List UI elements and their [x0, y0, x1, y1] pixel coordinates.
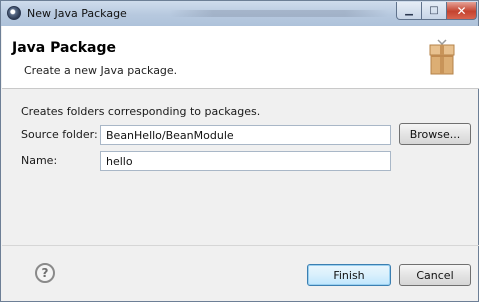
maximize-button[interactable]: □	[422, 2, 447, 20]
redacted-title-area	[169, 10, 389, 17]
close-button[interactable]: ✕	[447, 2, 477, 20]
page-title: Java Package	[12, 40, 117, 56]
title-bar[interactable]: New Java Package ▁ □ ✕	[1, 1, 478, 26]
source-folder-field[interactable]: BeanHello/BeanModule	[100, 125, 391, 145]
browse-button[interactable]: Browse...	[399, 123, 471, 145]
window-title: New Java Package	[27, 7, 127, 20]
package-box-icon	[429, 39, 455, 75]
source-folder-label: Source folder:	[21, 128, 98, 141]
cancel-button[interactable]: Cancel	[399, 264, 471, 286]
maximize-icon: □	[429, 5, 439, 16]
body-description: Creates folders corresponding to package…	[21, 105, 261, 118]
footer-divider	[2, 245, 479, 246]
eclipse-icon	[7, 6, 21, 20]
wizard-header: Java Package Create a new Java package.	[2, 26, 479, 89]
finish-button[interactable]: Finish	[307, 264, 391, 286]
help-icon[interactable]: ?	[35, 263, 55, 283]
minimize-icon: ▁	[405, 5, 413, 16]
name-label: Name:	[21, 154, 58, 167]
close-icon: ✕	[456, 3, 467, 18]
page-description: Create a new Java package.	[24, 64, 178, 77]
minimize-button[interactable]: ▁	[396, 2, 422, 20]
package-name-field[interactable]: hello	[100, 151, 391, 171]
new-java-package-dialog: New Java Package ▁ □ ✕ Java Package Crea…	[0, 0, 479, 302]
